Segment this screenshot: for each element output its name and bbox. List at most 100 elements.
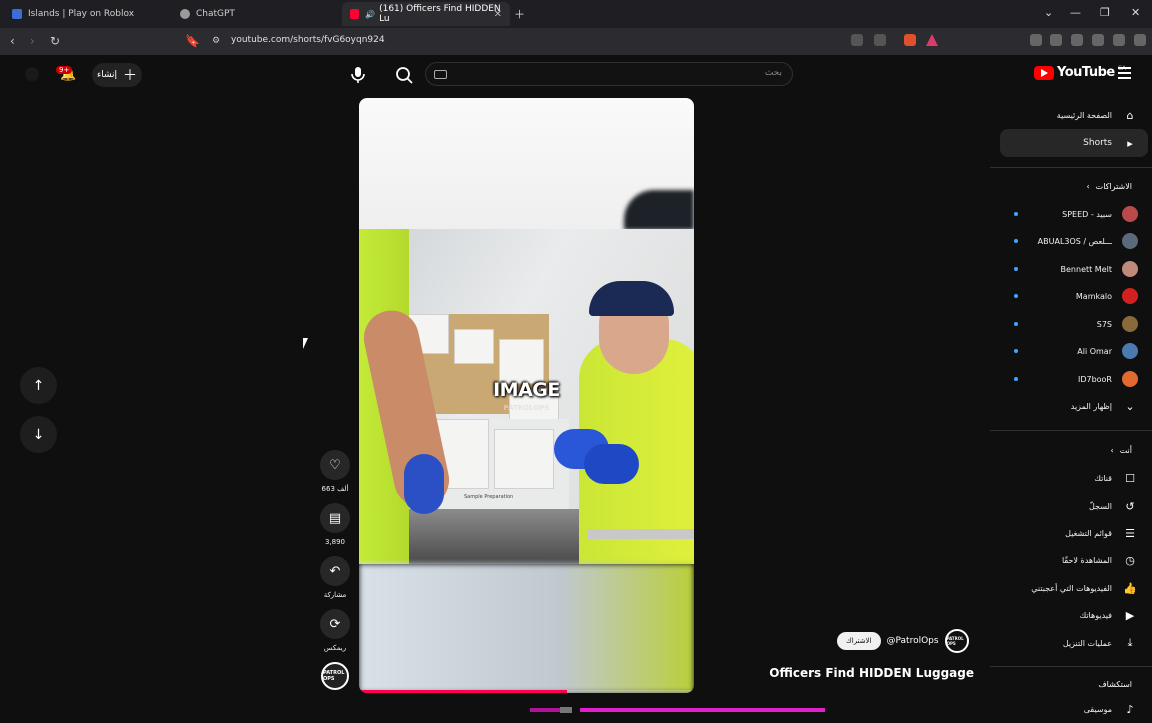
close-tab-icon[interactable]: ✕ bbox=[494, 9, 502, 20]
comments-action[interactable]: ▤ 3,890 bbox=[320, 503, 350, 546]
sidebar-item-subscription[interactable]: S7S bbox=[1000, 310, 1148, 338]
share-icon[interactable]: ↶ bbox=[320, 556, 350, 586]
next-short-button[interactable]: ↓ bbox=[20, 416, 57, 453]
microphone-icon bbox=[351, 67, 365, 83]
channel-avatar[interactable]: PATROL OPS bbox=[321, 662, 349, 690]
mouse-cursor-icon bbox=[303, 338, 313, 349]
extensions-icon[interactable] bbox=[1092, 34, 1104, 46]
sidebar-item-label: عمليات التنزيل bbox=[1062, 638, 1112, 648]
comment-icon[interactable]: ▤ bbox=[320, 503, 350, 533]
chatgpt-favicon-icon bbox=[180, 9, 190, 19]
channel-avatar-small[interactable]: PATROL OPS bbox=[944, 629, 969, 653]
sidebar-item-label: الفيديوهات التي أعجبتني bbox=[1031, 583, 1112, 593]
sidebar-item-label: موسيقى bbox=[1083, 704, 1112, 714]
bookmark-icon[interactable]: 🔖 bbox=[185, 34, 200, 48]
tab-roblox[interactable]: Islands | Play on Roblox bbox=[4, 2, 172, 26]
subscription-name: ABUAL3OS / ـــلعص bbox=[1037, 236, 1112, 246]
create-button[interactable]: إنشاء ＋ bbox=[92, 63, 142, 87]
sidebar-item-downloads[interactable]: عمليات التنزيل ⤓ bbox=[1000, 629, 1148, 657]
sidebar-item-subscription[interactable]: ID7booR bbox=[1000, 365, 1148, 393]
like-heart-icon[interactable]: ♡ bbox=[320, 450, 350, 480]
search-button[interactable] bbox=[392, 63, 416, 87]
sidebar-toggle-icon[interactable] bbox=[1050, 34, 1062, 46]
music-ext-icon[interactable] bbox=[1030, 34, 1042, 46]
remix-action[interactable]: ⟳ ريمكس bbox=[320, 609, 350, 652]
sidebar-item-history[interactable]: السجلّ ↺ bbox=[1000, 492, 1148, 520]
video-title[interactable]: Officers Find HIDDEN Luggage bbox=[769, 666, 974, 680]
sidebar-item-subscription[interactable]: SPEED - سبيد bbox=[1000, 200, 1148, 228]
back-icon[interactable]: ‹ bbox=[10, 34, 15, 48]
keyboard-icon[interactable] bbox=[434, 70, 447, 79]
close-window-icon[interactable]: ✕ bbox=[1131, 6, 1140, 19]
subscriptions-header[interactable]: ‹ الاشتراكات bbox=[1086, 182, 1132, 191]
sidebar-item-label: Shorts bbox=[1083, 138, 1112, 148]
explore-label: استكشاف bbox=[1098, 680, 1132, 689]
vpn-icon[interactable] bbox=[1113, 34, 1125, 46]
previous-short-button[interactable]: ↑ bbox=[20, 367, 57, 404]
cast-icon[interactable] bbox=[874, 34, 886, 46]
history-icon: ↺ bbox=[1125, 499, 1135, 513]
sidebar-item-your-videos[interactable]: فيديوهاتك ▶ bbox=[1000, 601, 1148, 629]
comment-count: 3,890 bbox=[324, 538, 346, 546]
like-count: 663 ألف bbox=[321, 485, 349, 493]
video-watermark: PATROLOPS bbox=[503, 404, 550, 412]
voice-search-button[interactable] bbox=[346, 63, 370, 87]
you-header[interactable]: ‹ أنت bbox=[1110, 446, 1132, 455]
brave-rewards-icon[interactable] bbox=[926, 34, 938, 46]
watch-later-icon: ◷ bbox=[1125, 553, 1135, 567]
sidebar-item-subscription[interactable]: Bennett Melt bbox=[1000, 255, 1148, 283]
remix-icon[interactable]: ⟳ bbox=[320, 609, 350, 639]
subscribe-button[interactable]: الاشتراك bbox=[837, 632, 881, 650]
brave-shield-icon[interactable] bbox=[904, 34, 916, 46]
subscription-avatar bbox=[1122, 371, 1138, 387]
share-label: مشاركة bbox=[323, 591, 347, 599]
account-avatar[interactable] bbox=[25, 67, 39, 81]
tab-search-chevron-icon[interactable]: ⌄ bbox=[1044, 6, 1053, 19]
search-placeholder: بحث bbox=[764, 68, 782, 78]
search-box[interactable]: بحث bbox=[425, 62, 793, 86]
subscription-avatar bbox=[1122, 261, 1138, 277]
share-action[interactable]: ↶ مشاركة bbox=[320, 556, 350, 599]
forward-icon[interactable]: › bbox=[30, 34, 35, 48]
sidebar-item-playlists[interactable]: قوائم التشغيل ☰ bbox=[1000, 519, 1148, 547]
explore-header: استكشاف bbox=[1098, 680, 1132, 689]
remix-label: ريمكس bbox=[323, 644, 347, 652]
sidebar-item-watch-later[interactable]: المشاهدة لاحقًا ◷ bbox=[1000, 546, 1148, 574]
chevron-down-icon: ⌄ bbox=[1125, 399, 1135, 413]
sidebar-item-home[interactable]: الصفحة الرئيسية ⌂ bbox=[1000, 101, 1148, 129]
audio-playing-icon: 🔊 bbox=[365, 9, 376, 19]
create-label: إنشاء bbox=[96, 70, 117, 80]
subscription-name: Mamkalo bbox=[1075, 291, 1112, 301]
reload-icon[interactable]: ↻ bbox=[50, 34, 60, 48]
channel-handle[interactable]: @PatrolOps bbox=[887, 636, 939, 646]
new-tab-icon[interactable]: ＋ bbox=[514, 6, 525, 22]
playlists-icon: ☰ bbox=[1125, 526, 1135, 540]
youtube-page: 🔔 9+ إنشاء ＋ بحث YouTube CA ↑ ↓ bbox=[0, 55, 1152, 720]
tab-chatgpt[interactable]: ChatGPT bbox=[172, 2, 340, 26]
sidebar-item-subscription[interactable]: Mamkalo bbox=[1000, 282, 1148, 310]
sidebar-item-shorts[interactable]: Shorts ▸ bbox=[1000, 129, 1148, 157]
search-icon bbox=[396, 67, 413, 84]
sidebar-item-subscription[interactable]: Ali Omar bbox=[1000, 337, 1148, 365]
plus-icon: ＋ bbox=[123, 68, 137, 84]
tab-title: ChatGPT bbox=[196, 9, 235, 19]
tab-youtube[interactable]: 🔊 (161) Officers Find HIDDEN Lu ✕ bbox=[342, 2, 510, 26]
site-info-icon[interactable]: ⚙ bbox=[212, 36, 220, 46]
minimize-icon[interactable]: — bbox=[1070, 6, 1081, 19]
menu-icon[interactable] bbox=[1134, 34, 1146, 46]
sidebar-item-liked-videos[interactable]: الفيديوهات التي أعجبتني 👍 bbox=[1000, 574, 1148, 602]
show-more-button[interactable]: إظهار المزيد ⌄ bbox=[1000, 392, 1148, 420]
like-action[interactable]: ♡ 663 ألف bbox=[320, 450, 350, 493]
sidebar-item-subscription[interactable]: ABUAL3OS / ـــلعص bbox=[1000, 227, 1148, 255]
wallet-icon[interactable] bbox=[1071, 34, 1083, 46]
translate-icon[interactable] bbox=[851, 34, 863, 46]
subscription-name: Ali Omar bbox=[1077, 346, 1112, 356]
url-field[interactable]: youtube.com/shorts/fvG6oyqn924 bbox=[231, 35, 385, 45]
shorts-video-player[interactable]: IMAGE PATROLOPS Sample Preparation bbox=[359, 98, 694, 693]
maximize-icon[interactable]: ❐ bbox=[1100, 6, 1110, 19]
progress-fill[interactable] bbox=[359, 690, 567, 693]
subscription-name: ID7booR bbox=[1077, 374, 1112, 384]
sidebar-item-music[interactable]: موسيقى ♪ bbox=[1000, 695, 1148, 723]
subscription-avatar bbox=[1122, 316, 1138, 332]
sidebar-item-your-channel[interactable]: قناتك ☐ bbox=[1000, 464, 1148, 492]
